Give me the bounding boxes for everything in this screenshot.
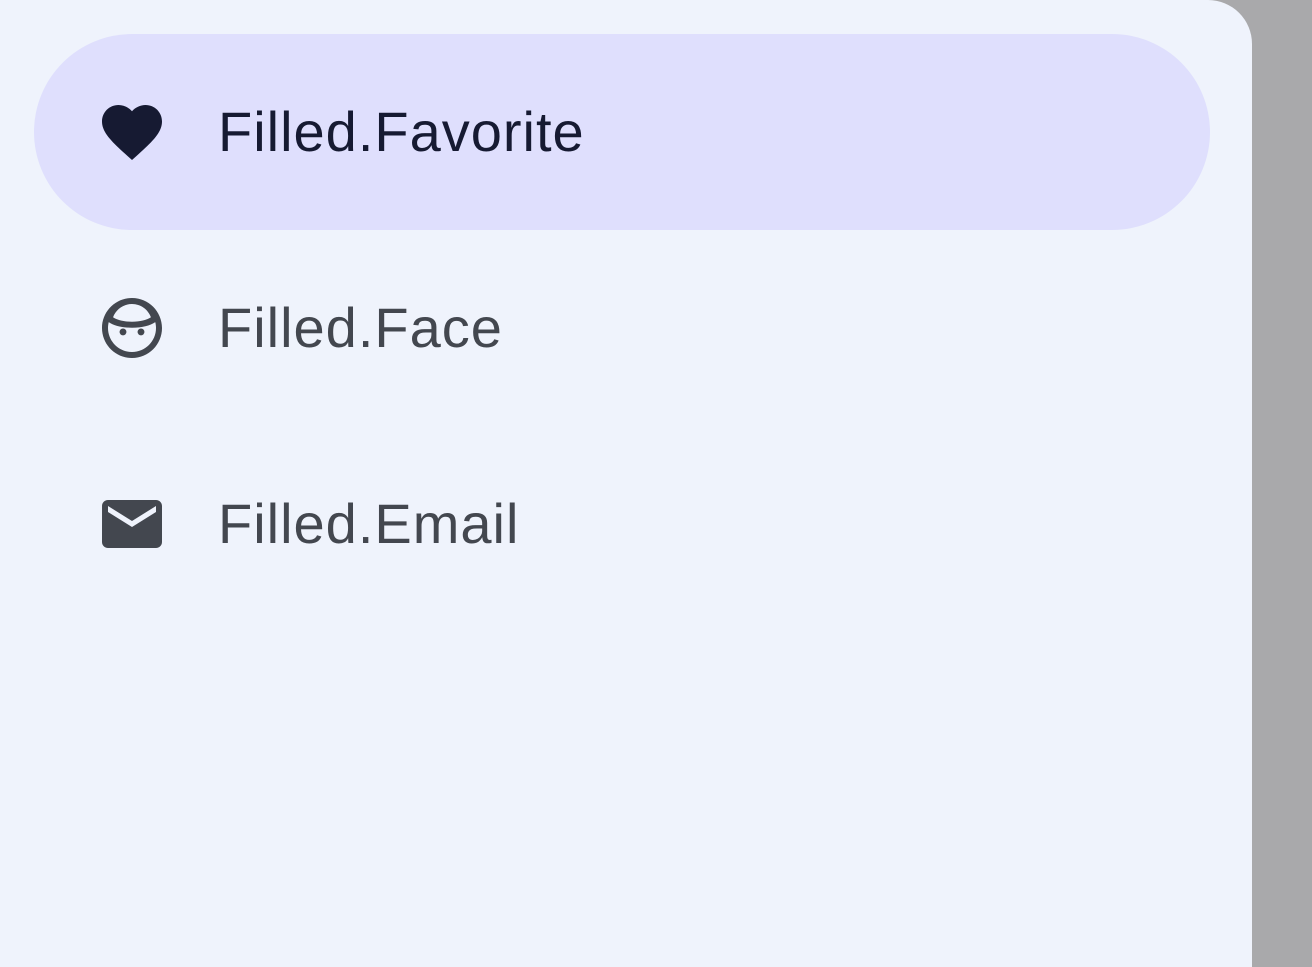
- drawer-item-label: Filled.Favorite: [218, 100, 585, 163]
- drawer-item-label: Filled.Face: [218, 296, 503, 359]
- navigation-drawer: Filled.Favorite Filled.Face Filled.Email: [0, 0, 1252, 967]
- drawer-item-label: Filled.Email: [218, 492, 520, 555]
- favorite-icon: [102, 105, 162, 161]
- drawer-item-favorite[interactable]: Filled.Favorite: [34, 34, 1210, 230]
- drawer-item-email[interactable]: Filled.Email: [34, 426, 1210, 622]
- email-icon: [102, 500, 162, 548]
- face-icon: [102, 298, 162, 358]
- drawer-item-face[interactable]: Filled.Face: [34, 230, 1210, 426]
